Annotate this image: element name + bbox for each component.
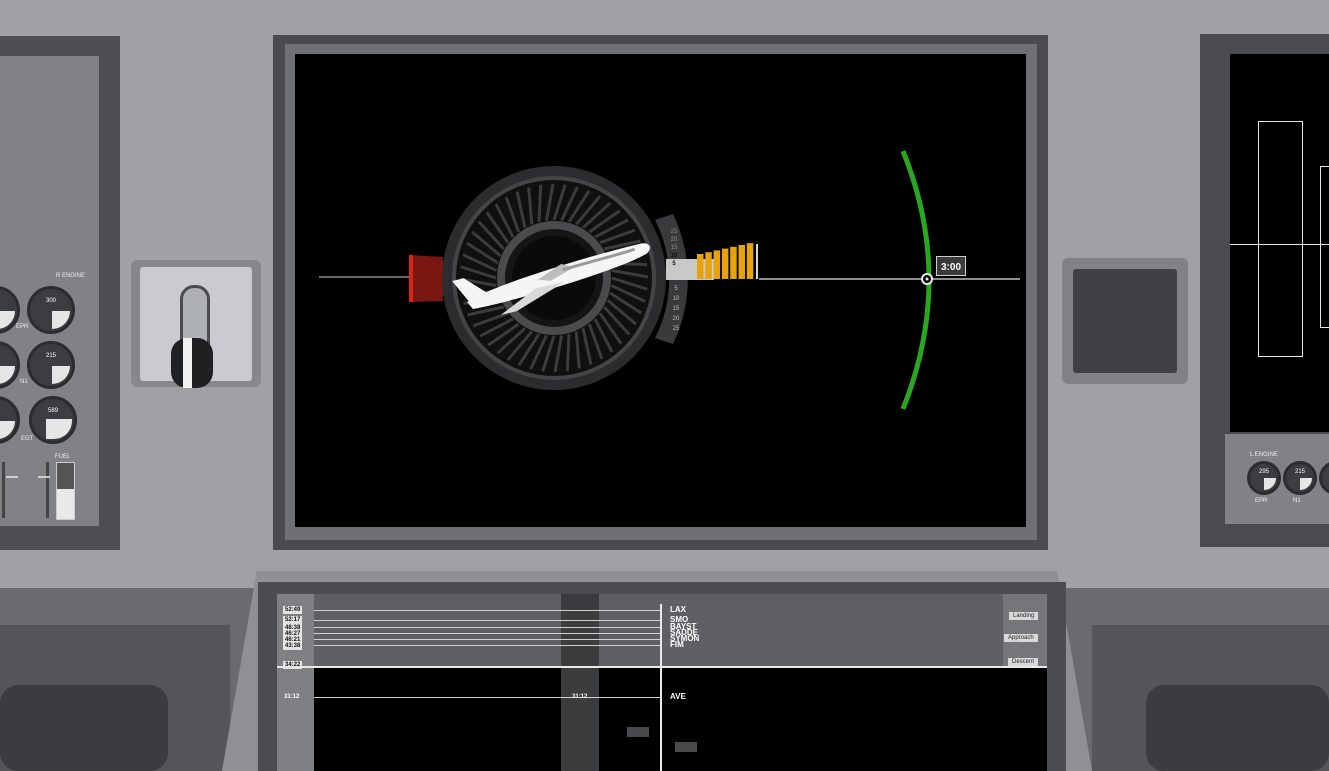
caution-band — [697, 243, 754, 279]
time-callout: 3:00 — [936, 256, 967, 276]
fms-right-phase-column — [1003, 594, 1047, 666]
left-engine-title: R ENGINE — [56, 273, 86, 279]
waypoint-time-fim: 43:38 — [283, 642, 303, 650]
lower-right-pad — [1146, 685, 1329, 771]
fuel-gauge-track — [56, 462, 75, 520]
waypoint-row-fim — [314, 645, 660, 646]
timeline-block-2 — [675, 742, 697, 752]
caution-segment — [738, 245, 745, 279]
fuel-gauge-fill — [57, 489, 74, 519]
left-slider-track-2[interactable] — [46, 462, 49, 518]
left-epr-gauge: 300 — [27, 286, 75, 334]
waypoint-row-bayst — [314, 627, 660, 628]
right-engine-panel: L ENGINE 295 EPR 215 N1 — [1225, 434, 1329, 524]
waypoint-time-smo: 52:17 — [283, 616, 303, 624]
scale-top-5: 5 — [672, 261, 676, 267]
fan-blade — [565, 333, 571, 372]
right-epr-gauge: 295 — [1247, 461, 1281, 495]
left-egt-value: 589 — [47, 408, 58, 414]
fms-track-line — [660, 604, 662, 771]
right-n1-label: N1 — [1293, 498, 1301, 504]
caution-segment — [705, 252, 712, 279]
main-display-screen: 25 20 15 10 5 5 10 15 20 25 3:00 — [295, 54, 1026, 527]
caution-segment — [746, 243, 754, 279]
right-epr-value: 295 — [1258, 469, 1269, 475]
right-epr-label: EPR — [1255, 498, 1268, 504]
waypoint-time-ave: 31:12 — [284, 694, 300, 700]
scale-bottom-15: 15 — [672, 306, 680, 312]
waypoint-row-sadde — [314, 633, 660, 634]
lower-left-pad — [0, 685, 168, 771]
scale-bottom-25: 25 — [672, 326, 680, 332]
waypoint-row-lax — [314, 610, 660, 611]
left-epr-value: 300 — [45, 298, 56, 304]
left-egt-gauge: 589 — [29, 396, 77, 444]
waypoint-row-symon — [314, 639, 660, 640]
caution-segment — [697, 254, 704, 279]
waypoint-time-lax: 52:49 — [283, 606, 303, 614]
lever-knob-stripe — [183, 338, 192, 388]
phase-tag-landing[interactable]: Landing — [1009, 612, 1039, 620]
phase-tag-approach[interactable]: Approach — [1004, 634, 1038, 642]
fms-timeline-screen: 34:22 52:49 LAX 52:17 SMO 48:38 BAYST 46… — [277, 594, 1047, 771]
red-warning-edge — [409, 255, 413, 302]
right-bar-right — [1320, 166, 1329, 328]
waypoint-name-fim[interactable]: FIM — [670, 640, 684, 649]
left-epr-label: EPR — [16, 324, 29, 330]
waypoint-row-smo — [314, 620, 660, 621]
left-engine-panel: R ENGINE 300 EPR 215 N1 589 EGT FUEL — [0, 56, 99, 526]
scale-top-20: 20 — [670, 237, 678, 243]
current-time-line — [277, 666, 1047, 668]
right-display-screen — [1230, 54, 1329, 432]
main-display-graphics — [319, 150, 1020, 410]
right-n1-value: 215 — [1294, 469, 1305, 475]
scale-top-15: 15 — [670, 245, 678, 251]
scale-bottom-5: 5 — [674, 286, 678, 292]
time-callout-value: 3:00 — [941, 262, 962, 273]
waypoint-row-ave — [314, 697, 660, 698]
left-n1-partial-gauge — [0, 341, 20, 389]
scale-bottom-20: 20 — [672, 316, 680, 322]
right-partial-gauge — [1319, 461, 1329, 495]
scale-top-10: 10 — [670, 253, 678, 259]
left-n1-gauge: 215 — [27, 341, 75, 389]
waypoint-name-ave[interactable]: AVE — [670, 692, 686, 701]
left-n1-label: N1 — [20, 379, 28, 385]
scale-bottom-10: 10 — [672, 296, 680, 302]
scale-top-numbers: 25 20 15 10 5 — [663, 228, 685, 268]
left-slider-marker-2 — [38, 476, 50, 478]
right-engine-title: L ENGINE — [1250, 452, 1278, 458]
left-slider-marker-1 — [6, 476, 18, 478]
red-warning-band — [409, 255, 443, 302]
timeline-block-1 — [627, 727, 649, 737]
fms-past-section — [277, 594, 1047, 666]
caution-segment — [730, 246, 737, 279]
right-square-button[interactable] — [1073, 269, 1177, 373]
fuel-label: FUEL — [55, 454, 71, 460]
time-target-dot — [925, 277, 929, 281]
right-bar-left — [1258, 121, 1303, 357]
right-n1-gauge: 215 — [1283, 461, 1317, 495]
left-n1-value: 215 — [45, 353, 56, 359]
waypoint-center-time-ave: 31:12 — [572, 694, 588, 700]
scale-top-25: 25 — [670, 229, 678, 235]
thrust-lever-knob[interactable] — [171, 338, 213, 388]
waypoint-name-lax[interactable]: LAX — [670, 605, 686, 614]
caution-segment — [721, 248, 729, 279]
left-egt-partial-gauge — [0, 396, 20, 444]
right-bar-center-line — [1230, 244, 1329, 245]
phase-tag-descent[interactable]: Descent — [1008, 658, 1039, 666]
caution-segment — [713, 250, 721, 279]
fan-blade — [537, 184, 543, 223]
current-time-box: 34:22 — [283, 661, 303, 669]
scale-bottom-numbers: 5 10 15 20 25 — [665, 284, 687, 334]
left-slider-track-1[interactable] — [2, 462, 5, 518]
left-egt-label: EGT — [21, 436, 34, 442]
